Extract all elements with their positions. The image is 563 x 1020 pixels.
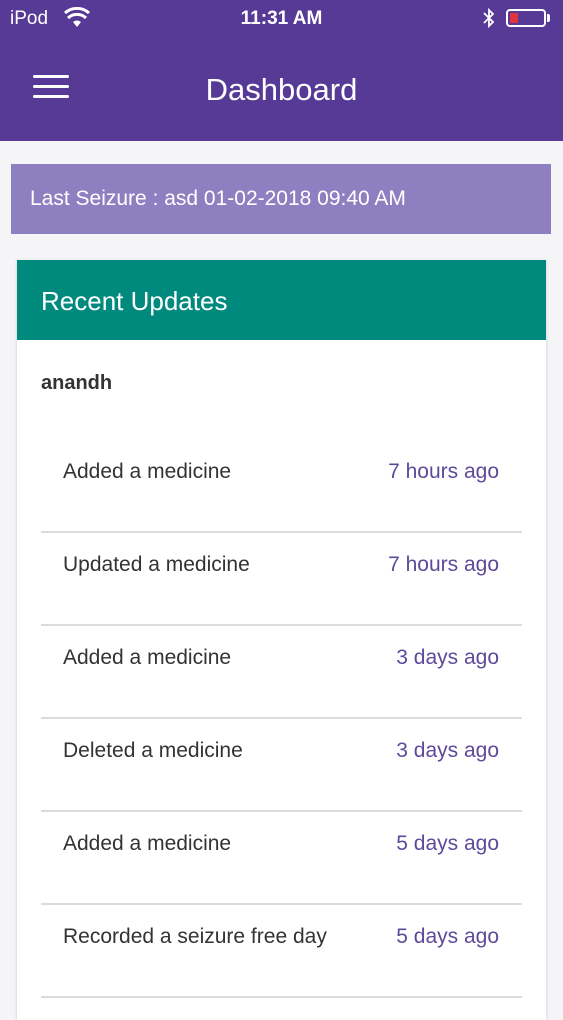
update-action: Added a medicine bbox=[63, 646, 232, 669]
update-time: 3 days ago bbox=[396, 646, 499, 669]
recent-updates-card: Recent Updates anandh Added a medicine 7… bbox=[17, 260, 546, 1020]
list-item[interactable]: Added a medicine 3 days ago bbox=[41, 626, 522, 719]
update-time: 7 hours ago bbox=[388, 460, 499, 483]
update-time: 7 hours ago bbox=[388, 553, 499, 576]
battery-icon bbox=[506, 9, 546, 27]
update-time: 5 days ago bbox=[396, 925, 499, 948]
battery-tip bbox=[547, 14, 550, 22]
list-item[interactable]: Updated a medicine 7 hours ago bbox=[41, 533, 522, 626]
update-action: Added a medicine bbox=[63, 460, 232, 483]
update-action: Deleted a medicine bbox=[63, 739, 243, 762]
update-time: 3 days ago bbox=[396, 739, 499, 762]
list-item[interactable]: Added a medicine 5 days ago bbox=[41, 812, 522, 905]
update-user-name: anandh bbox=[41, 372, 113, 394]
update-time: 5 days ago bbox=[396, 832, 499, 855]
status-bar: iPod 11:31 AM bbox=[0, 0, 563, 38]
update-action: Added a medicine bbox=[63, 832, 232, 855]
recent-updates-title: Recent Updates bbox=[17, 260, 546, 340]
status-time: 11:31 AM bbox=[240, 8, 323, 29]
top-app-bar: iPod 11:31 AM Dashboard bbox=[0, 0, 563, 141]
list-item[interactable]: Recorded a seizure free day 5 days ago bbox=[41, 905, 522, 998]
last-seizure-banner[interactable]: Last Seizure : asd 01-02-2018 09:40 AM bbox=[11, 164, 551, 234]
list-item[interactable]: Deleted a medicine 3 days ago bbox=[41, 719, 522, 812]
updates-list: Added a medicine 7 hours ago Updated a m… bbox=[41, 440, 522, 998]
list-item[interactable]: Added a medicine 7 hours ago bbox=[41, 440, 522, 533]
page-title: Dashboard bbox=[205, 72, 358, 107]
update-action: Recorded a seizure free day bbox=[63, 925, 327, 948]
bluetooth-icon bbox=[483, 8, 495, 28]
update-action: Updated a medicine bbox=[63, 553, 250, 576]
